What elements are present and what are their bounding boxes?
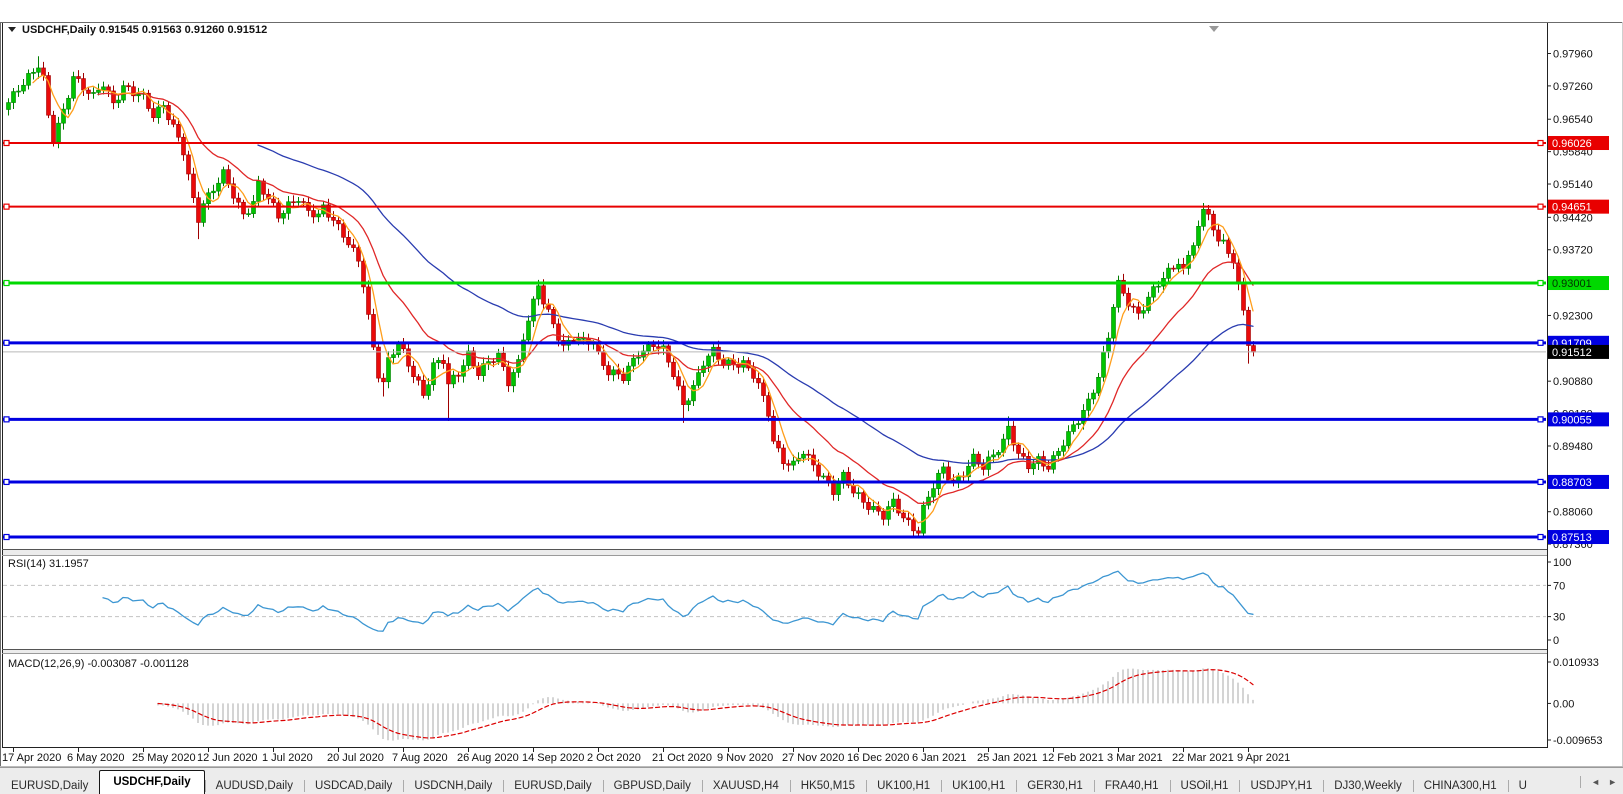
chart-tab-eurusd-daily[interactable]: EURUSD,Daily [0, 777, 99, 794]
svg-text:0.96026: 0.96026 [1552, 138, 1592, 150]
chart-tab-usoil-h1[interactable]: USOil,H1 [1169, 777, 1240, 794]
svg-text:12 Feb 2021: 12 Feb 2021 [1042, 752, 1104, 764]
svg-text:-0.009653: -0.009653 [1553, 735, 1603, 747]
svg-text:100: 100 [1553, 557, 1571, 569]
svg-text:25 May 2020: 25 May 2020 [132, 752, 196, 764]
svg-text:21 Oct 2020: 21 Oct 2020 [652, 752, 712, 764]
svg-text:12 Jun 2020: 12 Jun 2020 [197, 752, 258, 764]
chart-tab-china300-h1[interactable]: CHINA300,H1 [1412, 777, 1508, 794]
chart-tab-audusd-daily[interactable]: AUDUSD,Daily [204, 777, 304, 794]
chart-tab-usdcnh-daily[interactable]: USDCNH,Daily [403, 777, 503, 794]
chart-tab-eurusd-daily[interactable]: EURUSD,Daily [503, 777, 602, 794]
svg-text:0.92300: 0.92300 [1553, 310, 1593, 322]
svg-text:1 Jul 2020: 1 Jul 2020 [262, 752, 313, 764]
chart-tabs-bar: EURUSD,Daily USDCHF,Daily AUDUSD,Daily USDC… [0, 767, 1623, 794]
svg-text:0.93001: 0.93001 [1552, 278, 1592, 290]
svg-text:9 Nov 2020: 9 Nov 2020 [717, 752, 773, 764]
chart-title: USDCHF,Daily 0.91545 0.91563 0.91260 0.9… [22, 24, 267, 36]
chart-tab-uk100-h1[interactable]: UK100,H1 [941, 777, 1016, 794]
svg-text:0.94651: 0.94651 [1552, 202, 1592, 214]
svg-text:0.96540: 0.96540 [1553, 114, 1593, 126]
svg-text:7 Aug 2020: 7 Aug 2020 [392, 752, 448, 764]
svg-text:70: 70 [1553, 580, 1565, 592]
tab-scroll-left-icon[interactable]: ◄ [1591, 777, 1600, 787]
svg-text:0.97260: 0.97260 [1553, 81, 1593, 93]
svg-text:14 Sep 2020: 14 Sep 2020 [522, 752, 584, 764]
svg-text:25 Jan 2021: 25 Jan 2021 [977, 752, 1038, 764]
svg-text:16 Dec 2020: 16 Dec 2020 [847, 752, 909, 764]
svg-text:0.90880: 0.90880 [1553, 376, 1593, 388]
rsi-label: RSI(14) 31.1957 [8, 558, 89, 570]
price-chart-canvas[interactable]: 0.979600.972600.965400.958400.951400.944… [0, 0, 1623, 767]
svg-text:3 Mar 2021: 3 Mar 2021 [1107, 752, 1163, 764]
chart-tab-u[interactable]: U [1507, 777, 1538, 794]
svg-text:0.89480: 0.89480 [1553, 441, 1593, 453]
svg-text:30: 30 [1553, 612, 1565, 624]
tab-scroll-right-icon[interactable]: ► [1608, 777, 1617, 787]
svg-text:6 Jan 2021: 6 Jan 2021 [912, 752, 966, 764]
svg-text:20 Jul 2020: 20 Jul 2020 [327, 752, 384, 764]
chart-tab-usdcad-daily[interactable]: USDCAD,Daily [303, 777, 403, 794]
svg-text:9 Apr 2021: 9 Apr 2021 [1237, 752, 1290, 764]
chart-tab-ger30-h1[interactable]: GER30,H1 [1016, 777, 1094, 794]
chart-tab-gbpusd-daily[interactable]: GBPUSD,Daily [602, 777, 702, 794]
chart-tab-usdjpy-h1[interactable]: USDJPY,H1 [1239, 777, 1323, 794]
trading-platform-window: ▼ M1M5M15M30H1H4D1W1MN 0.979600.972600.9… [0, 0, 1623, 794]
svg-text:22 Mar 2021: 22 Mar 2021 [1172, 752, 1234, 764]
svg-text:0.94420: 0.94420 [1553, 212, 1593, 224]
svg-text:17 Apr 2020: 17 Apr 2020 [2, 752, 61, 764]
chart-tab-usdchf-daily[interactable]: USDCHF,Daily [99, 770, 205, 794]
svg-text:27 Nov 2020: 27 Nov 2020 [782, 752, 844, 764]
svg-text:0.97960: 0.97960 [1553, 49, 1593, 61]
svg-text:0.93720: 0.93720 [1553, 245, 1593, 257]
svg-text:0.95140: 0.95140 [1553, 179, 1593, 191]
chart-tab-hk50-m15[interactable]: HK50,M15 [789, 777, 866, 794]
svg-text:0.00: 0.00 [1553, 698, 1574, 710]
svg-text:0.90055: 0.90055 [1552, 414, 1592, 426]
svg-text:2 Oct 2020: 2 Oct 2020 [587, 752, 641, 764]
chart-tab-dj30-weekly[interactable]: DJ30,Weekly [1323, 777, 1413, 794]
chart-tab-fra40-h1[interactable]: FRA40,H1 [1093, 777, 1170, 794]
svg-text:0.010933: 0.010933 [1553, 657, 1599, 669]
svg-text:6 May 2020: 6 May 2020 [67, 752, 124, 764]
svg-text:0.88703: 0.88703 [1552, 477, 1592, 489]
svg-text:0: 0 [1553, 635, 1559, 647]
svg-text:26 Aug 2020: 26 Aug 2020 [457, 752, 519, 764]
svg-text:0.91512: 0.91512 [1552, 347, 1592, 359]
macd-label: MACD(12,26,9) -0.003087 -0.001128 [8, 658, 189, 670]
svg-text:0.87513: 0.87513 [1552, 532, 1592, 544]
tab-scroll-arrows: ◄ ► [1572, 768, 1623, 794]
svg-text:0.88060: 0.88060 [1553, 507, 1593, 519]
chart-tab-uk100-h1[interactable]: UK100,H1 [866, 777, 941, 794]
chart-tab-xauusd-h4[interactable]: XAUUSD,H4 [701, 777, 790, 794]
